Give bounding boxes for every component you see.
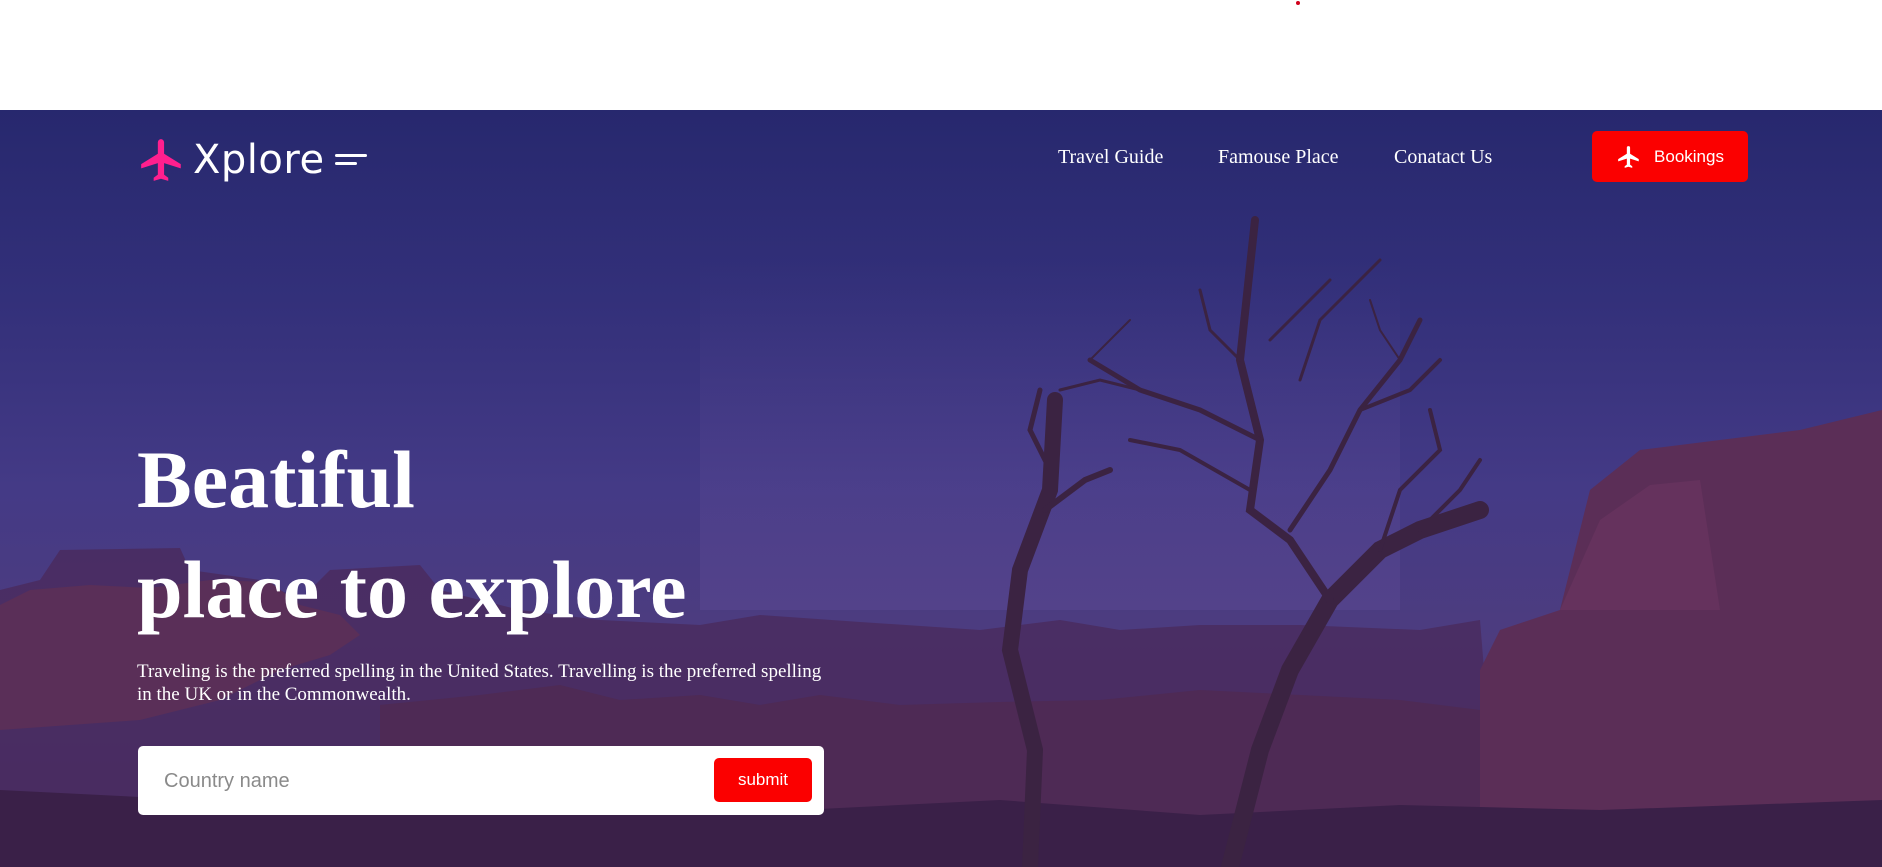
airplane-icon bbox=[141, 139, 181, 181]
nav-link-famouse-place[interactable]: Famouse Place bbox=[1218, 146, 1339, 169]
bookings-label: Bookings bbox=[1654, 146, 1724, 166]
hero-section: Xplore Travel Guide Famouse Place Conata… bbox=[0, 110, 1882, 867]
menu-lines-icon[interactable] bbox=[334, 152, 367, 168]
bookings-button[interactable]: Bookings bbox=[1592, 131, 1748, 182]
headline-line-1: Beatiful bbox=[137, 434, 415, 525]
brand-name: Xplore bbox=[193, 137, 325, 183]
country-name-input[interactable] bbox=[162, 760, 686, 802]
red-dot bbox=[1296, 1, 1300, 5]
brand-logo[interactable]: Xplore bbox=[137, 134, 367, 186]
country-search-form: submit bbox=[138, 746, 824, 815]
nav-link-travel-guide[interactable]: Travel Guide bbox=[1058, 146, 1163, 169]
top-blank-area bbox=[0, 0, 1882, 110]
submit-button[interactable]: submit bbox=[714, 758, 812, 802]
hero-description: Traveling is the preferred spelling in t… bbox=[137, 661, 822, 705]
nav-link-contact-us[interactable]: Conatact Us bbox=[1394, 146, 1492, 169]
hero-headline: Beatiful place to explore bbox=[137, 425, 687, 645]
airplane-icon bbox=[1618, 145, 1639, 168]
headline-line-2: place to explore bbox=[137, 544, 687, 635]
